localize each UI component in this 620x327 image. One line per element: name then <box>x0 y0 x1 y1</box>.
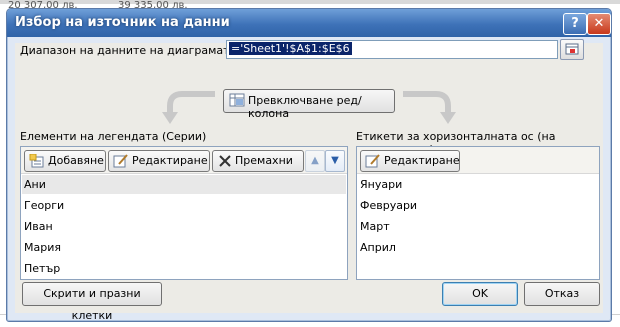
axis-category-item[interactable]: Април <box>358 238 598 257</box>
dialog-title-bar[interactable]: Избор на източник на данни ? ✕ <box>7 9 611 37</box>
range-picker-icon <box>565 43 579 55</box>
add-series-button[interactable]: Добавяне <box>24 150 106 172</box>
hidden-empty-cells-button[interactable]: Скрити и празни клетки <box>22 282 162 322</box>
chart-data-range-value: ='Sheet1'!$A$1:$E$6 <box>229 42 352 55</box>
edit-series-button[interactable]: Редактиране <box>108 150 210 172</box>
axis-category-item[interactable]: Февруари <box>358 196 598 215</box>
move-down-button[interactable]: ▼ <box>325 150 345 172</box>
edit-series-label: Редактиране <box>132 154 208 167</box>
legend-entries-panel: Добавяне Редактиране Премахни ▲ ▼ Ани Ге… <box>20 146 348 280</box>
edit-axis-labels-button[interactable]: Редактиране <box>360 150 460 172</box>
right-curved-arrow-icon <box>398 88 458 128</box>
add-series-label: Добавяне <box>48 154 104 167</box>
axis-category-item[interactable]: Януари <box>358 175 598 194</box>
arrow-up-icon: ▲ <box>311 155 319 166</box>
axis-labels-panel: Редактиране Януари Февруари Март Април <box>356 146 600 280</box>
edit-axis-labels-label: Редактиране <box>384 154 460 167</box>
sheet-row-border <box>0 0 620 4</box>
legend-toolbar: Добавяне Редактиране Премахни ▲ ▼ <box>21 147 347 174</box>
chart-data-range-input[interactable]: ='Sheet1'!$A$1:$E$6 <box>226 40 558 59</box>
axis-category-list: Януари Февруари Март Април <box>358 175 598 278</box>
cancel-button[interactable]: Отказ <box>524 282 600 306</box>
legend-series-item[interactable]: Мария <box>22 238 346 257</box>
switch-row-column-label: Превключване ред/колона <box>248 94 362 120</box>
legend-series-item[interactable]: Иван <box>22 217 346 236</box>
dialog-title: Избор на източник на данни <box>15 15 230 30</box>
left-curved-arrow-icon <box>160 88 220 128</box>
add-series-icon <box>29 154 44 168</box>
axis-toolbar: Редактиране <box>357 147 599 174</box>
remove-series-icon <box>219 155 231 167</box>
axis-category-item[interactable]: Март <box>358 217 598 236</box>
chart-data-range-label: Диапазон на данните на диаграмата: <box>20 44 240 57</box>
help-button[interactable]: ? <box>563 13 587 35</box>
remove-series-label: Премахни <box>235 154 293 167</box>
legend-entries-label: Елементи на легендата (Серии) <box>20 130 207 143</box>
legend-series-list: Ани Георги Иван Мария Петър <box>22 175 346 278</box>
switch-row-column-icon <box>229 93 245 107</box>
legend-series-item[interactable]: Георги <box>22 196 346 215</box>
remove-series-button[interactable]: Премахни <box>212 150 304 172</box>
legend-series-item[interactable]: Петър <box>22 259 346 278</box>
edit-series-icon <box>113 154 128 168</box>
legend-series-item[interactable]: Ани <box>22 175 346 194</box>
close-button[interactable]: ✕ <box>587 13 611 35</box>
collapse-dialog-button[interactable] <box>560 39 584 60</box>
switch-row-column-button[interactable]: Превключване ред/колона <box>223 89 395 120</box>
ok-button[interactable]: OK <box>442 282 518 306</box>
move-up-button[interactable]: ▲ <box>305 150 325 172</box>
edit-axis-labels-icon <box>365 154 380 168</box>
arrow-down-icon: ▼ <box>331 155 339 166</box>
